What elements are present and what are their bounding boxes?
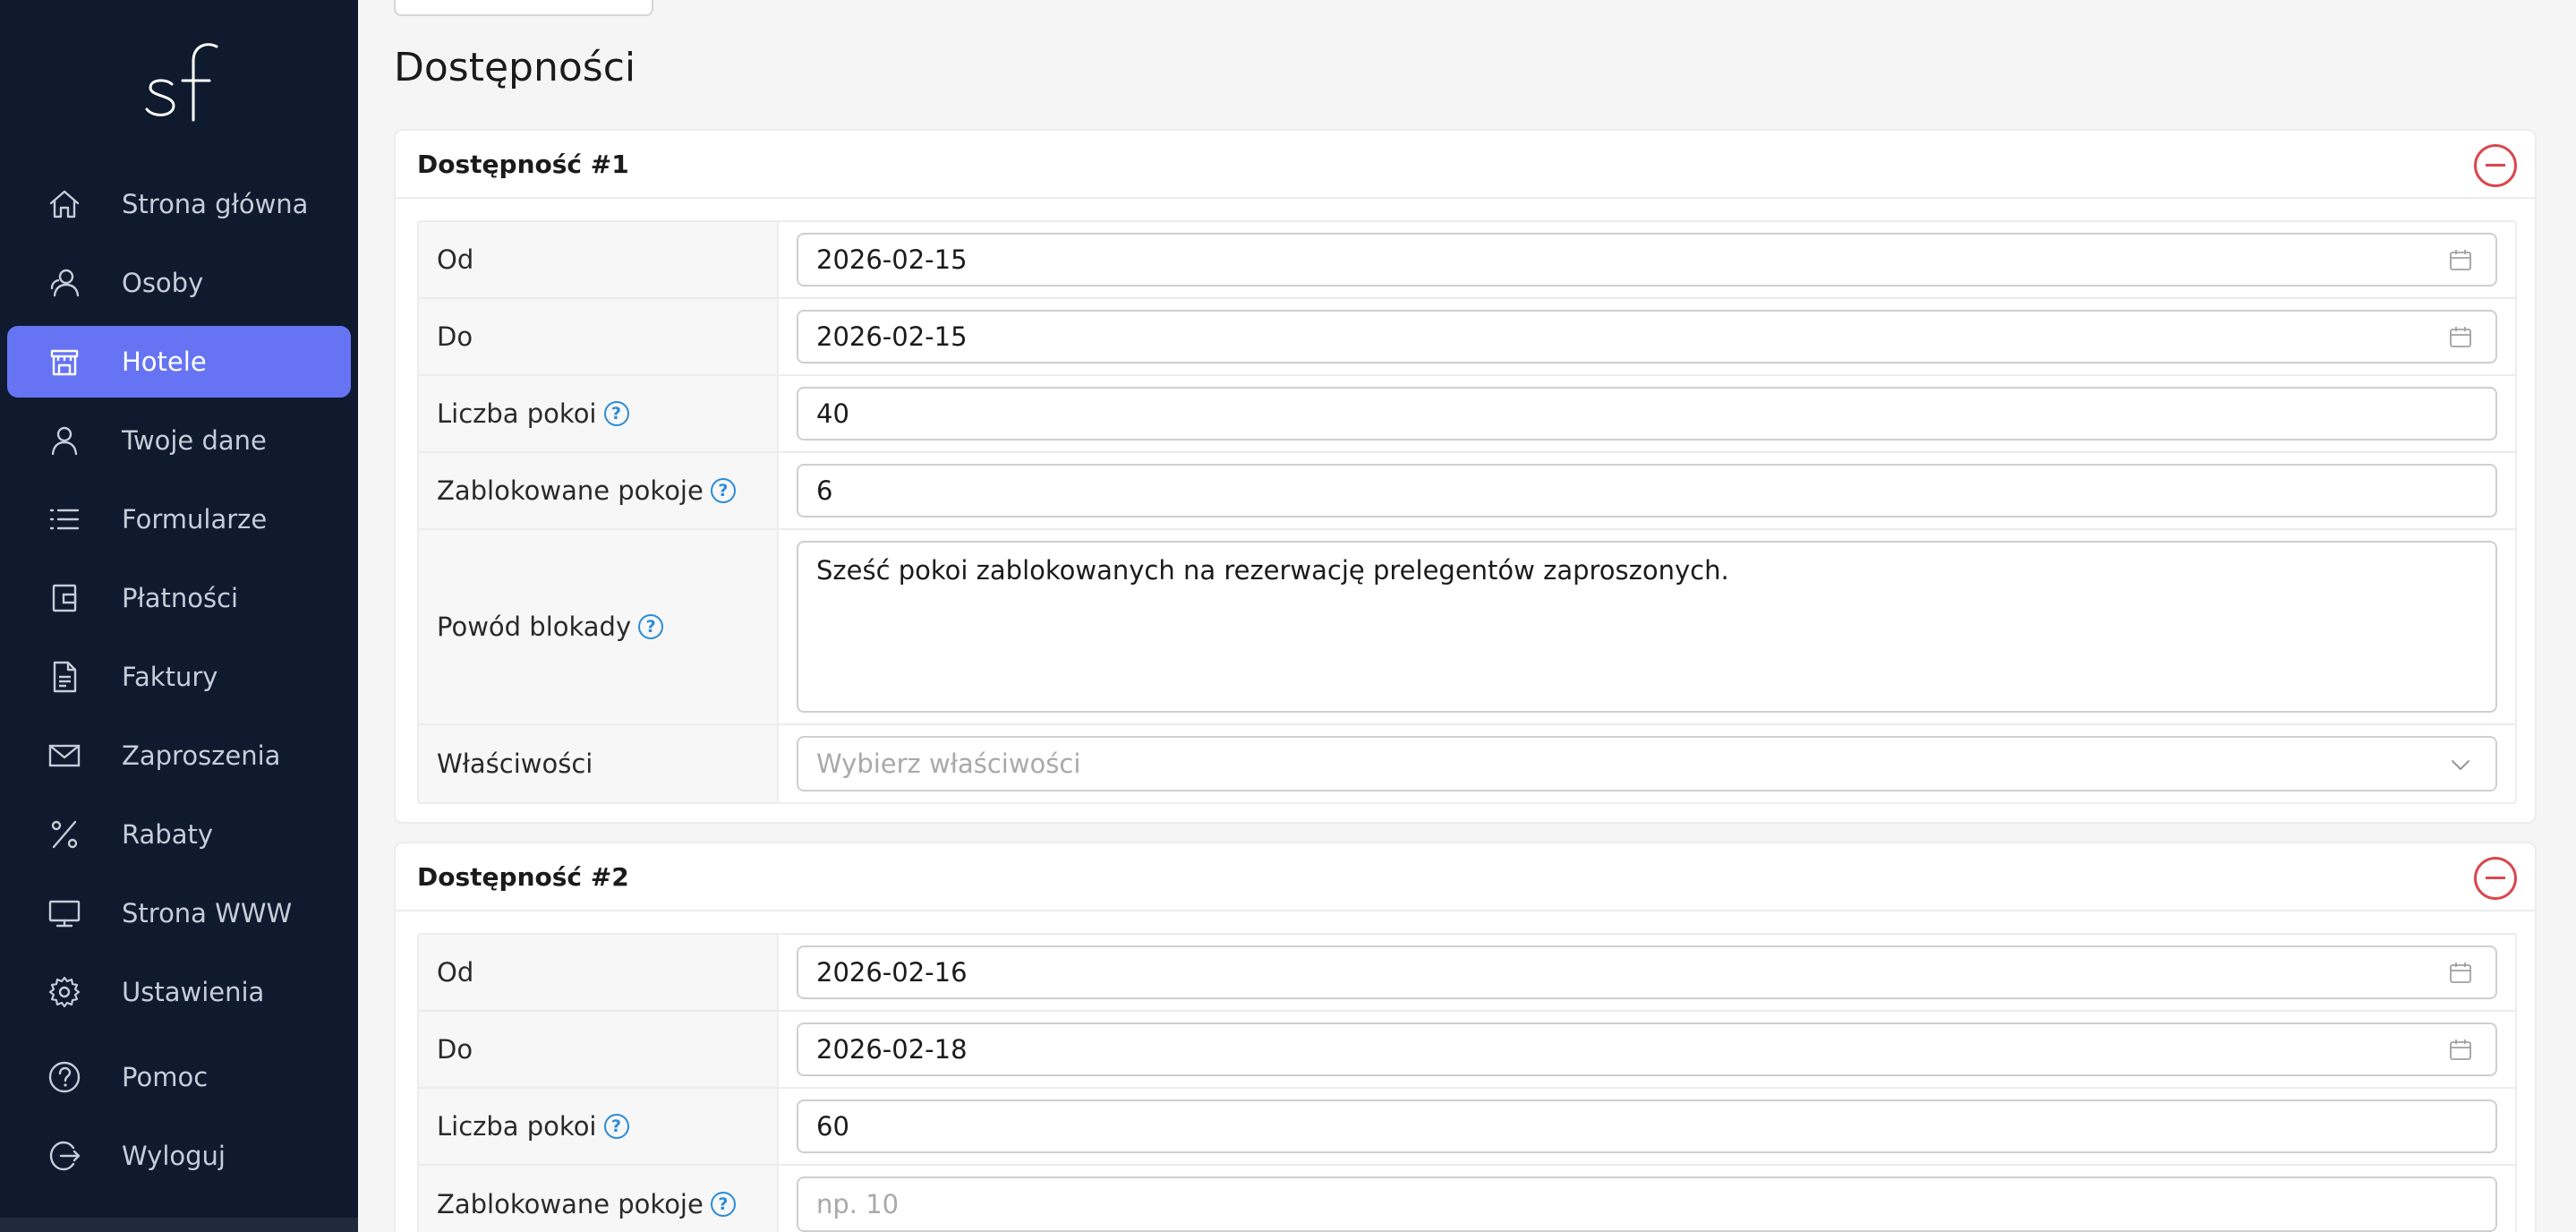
help-icon[interactable]: ? — [710, 478, 736, 503]
sidebar-item-home[interactable]: Strona główna — [7, 168, 351, 240]
calendar-icon[interactable] — [2449, 248, 2472, 271]
field-label: Od — [419, 935, 779, 1010]
form-row-properties: Właściwości Wybierz właściwości — [419, 725, 2515, 802]
sidebar-item-logout[interactable]: Wyloguj — [7, 1120, 351, 1192]
chevron-down-icon — [2449, 752, 2472, 775]
availability-form: Od 2026-02-15 Do 2026-02-15 Liczba pokoi… — [417, 220, 2517, 804]
help-icon[interactable]: ? — [603, 401, 629, 426]
rooms-count-input[interactable]: 40 — [797, 387, 2497, 441]
remove-availability-button[interactable] — [2474, 144, 2517, 187]
sidebar-item-your-data[interactable]: Twoje dane — [7, 405, 351, 476]
user-icon — [47, 423, 82, 458]
card-header: Dostępność #1 — [396, 131, 2535, 199]
card-title: Dostępność #1 — [417, 150, 629, 179]
field-label: Właściwości — [419, 725, 779, 802]
monitor-icon — [47, 895, 82, 931]
sidebar-item-label: Formularze — [122, 504, 268, 535]
field-label: Liczba pokoi? — [419, 376, 779, 451]
app-logo[interactable] — [134, 34, 233, 133]
page-title: Dostępności — [394, 45, 636, 90]
block-reason-textarea[interactable]: Sześć pokoi zablokowanych na rezerwację … — [797, 541, 2497, 713]
card-header: Dostępność #2 — [396, 843, 2535, 911]
sidebar-item-forms[interactable]: Formularze — [7, 483, 351, 555]
field-label: Powód blokady? — [419, 530, 779, 723]
form-row-from: Od 2026-02-16 — [419, 935, 2515, 1012]
sidebar-item-discounts[interactable]: Rabaty — [7, 799, 351, 870]
sidebar-item-label: Płatności — [122, 583, 239, 613]
availability-card: Dostępność #1 Od 2026-02-15 Do 2026-02-1… — [394, 129, 2537, 824]
sidebar-item-people[interactable]: Osoby — [7, 247, 351, 319]
form-row-blocked: Zablokowane pokoje? 6 — [419, 453, 2515, 530]
field-label: Do — [419, 299, 779, 374]
wallet-icon — [47, 580, 82, 616]
calendar-icon[interactable] — [2449, 961, 2472, 984]
field-label: Od — [419, 222, 779, 297]
form-row-blocked: Zablokowane pokoje? np. 10 — [419, 1166, 2515, 1232]
sidebar-item-hotels[interactable]: Hotele — [7, 326, 351, 398]
top-button-stub[interactable] — [394, 0, 653, 16]
sidebar-item-label: Faktury — [122, 662, 218, 692]
field-label: Liczba pokoi? — [419, 1089, 779, 1164]
document-icon — [47, 659, 82, 695]
availability-form: Od 2026-02-16 Do 2026-02-18 Liczba pokoi… — [417, 933, 2517, 1232]
sidebar-item-label: Osoby — [122, 268, 204, 298]
availability-card: Dostępność #2 Od 2026-02-16 Do 2026-02-1… — [394, 842, 2537, 1232]
blocked-rooms-input[interactable]: 6 — [797, 464, 2497, 518]
sidebar-item-label: Strona główna — [122, 189, 309, 219]
sf-logo-icon — [145, 43, 218, 122]
card-title: Dostępność #2 — [417, 862, 629, 892]
remove-availability-button[interactable] — [2474, 857, 2517, 900]
sidebar-item-help[interactable]: Pomoc — [7, 1041, 351, 1113]
sidebar-item-label: Wyloguj — [122, 1141, 226, 1171]
sidebar-item-website[interactable]: Strona WWW — [7, 877, 351, 949]
sidebar: Strona główna Osoby Hotele Twoje dane Fo… — [0, 0, 358, 1232]
sidebar-item-label: Zaproszenia — [122, 740, 281, 771]
sidebar-item-label: Pomoc — [122, 1062, 209, 1092]
envelope-icon — [47, 738, 82, 774]
blocked-rooms-input[interactable]: np. 10 — [797, 1176, 2497, 1232]
form-row-rooms: Liczba pokoi? 60 — [419, 1089, 2515, 1166]
logout-icon — [47, 1138, 82, 1174]
calendar-icon[interactable] — [2449, 325, 2472, 348]
sidebar-footer — [0, 1218, 358, 1232]
field-label: Zablokowane pokoje? — [419, 453, 779, 528]
calendar-icon[interactable] — [2449, 1038, 2472, 1061]
sidebar-item-label: Hotele — [122, 346, 207, 377]
sidebar-item-label: Rabaty — [122, 819, 213, 850]
sidebar-item-label: Twoje dane — [122, 425, 267, 456]
home-icon — [47, 186, 82, 222]
percent-icon — [47, 817, 82, 852]
gear-icon — [47, 974, 82, 1010]
date-to-input[interactable]: 2026-02-18 — [797, 1022, 2497, 1076]
form-row-from: Od 2026-02-15 — [419, 222, 2515, 299]
form-row-rooms: Liczba pokoi? 40 — [419, 376, 2515, 453]
sidebar-item-label: Strona WWW — [122, 898, 293, 928]
form-row-reason: Powód blokady? Sześć pokoi zablokowanych… — [419, 530, 2515, 725]
help-icon[interactable]: ? — [638, 614, 664, 639]
sidebar-item-label: Ustawienia — [122, 977, 265, 1007]
sidebar-item-invoices[interactable]: Faktury — [7, 641, 351, 713]
form-row-to: Do 2026-02-18 — [419, 1012, 2515, 1089]
sidebar-item-invitations[interactable]: Zaproszenia — [7, 720, 351, 791]
hotel-icon — [47, 344, 82, 380]
help-icon[interactable]: ? — [603, 1114, 629, 1139]
properties-select[interactable]: Wybierz właściwości — [797, 736, 2497, 791]
field-label: Zablokowane pokoje? — [419, 1166, 779, 1232]
date-to-input[interactable]: 2026-02-15 — [797, 310, 2497, 364]
field-label: Do — [419, 1012, 779, 1087]
help-icon[interactable]: ? — [710, 1192, 736, 1217]
users-icon — [47, 265, 82, 301]
form-row-to: Do 2026-02-15 — [419, 299, 2515, 376]
list-icon — [47, 501, 82, 537]
rooms-count-input[interactable]: 60 — [797, 1099, 2497, 1153]
date-from-input[interactable]: 2026-02-15 — [797, 233, 2497, 287]
sidebar-item-payments[interactable]: Płatności — [7, 562, 351, 634]
help-circle-icon — [47, 1059, 82, 1095]
date-from-input[interactable]: 2026-02-16 — [797, 945, 2497, 999]
sidebar-item-settings[interactable]: Ustawienia — [7, 956, 351, 1028]
